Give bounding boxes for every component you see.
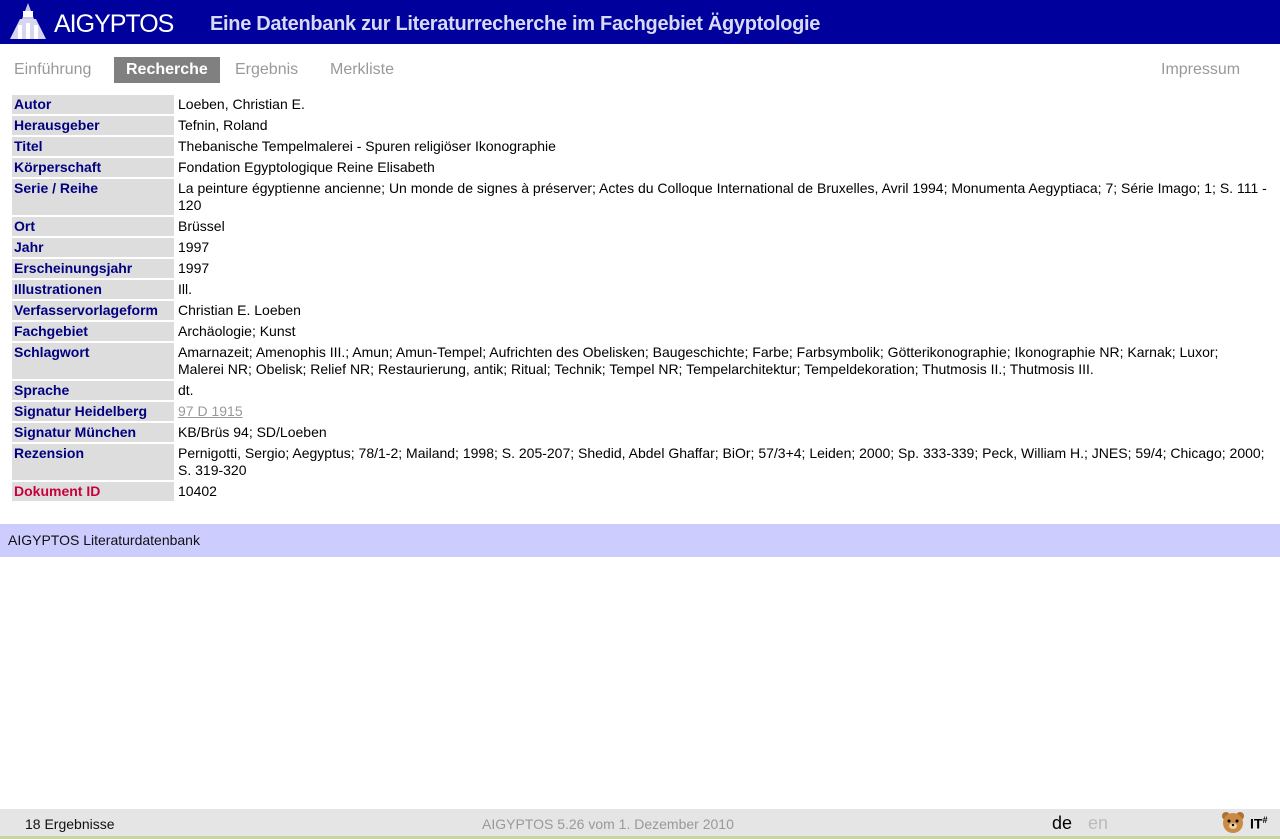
record-row-jahr: Jahr 1997: [12, 238, 1270, 257]
field-value: Ill.: [178, 281, 192, 297]
footer-band: AIGYPTOS Literaturdatenbank: [0, 524, 1280, 557]
logo-text: AIGYPTOS: [54, 10, 174, 38]
field-value: La peinture égyptienne ancienne; Un mond…: [178, 180, 1267, 213]
it-logo-sup: #: [1262, 815, 1268, 825]
field-value: Tefnin, Roland: [178, 117, 268, 133]
record-row-illustrationen: Illustrationen Ill.: [12, 280, 1270, 299]
field-label: Körperschaft: [12, 158, 174, 177]
record-row-erscheinungsjahr: Erscheinungsjahr 1997: [12, 259, 1270, 278]
record-row-signatur-muenchen: Signatur München KB/Brüs 94; SD/Loeben: [12, 423, 1270, 442]
field-label: Sprache: [12, 381, 174, 400]
version-info: AIGYPTOS 5.26 vom 1. Dezember 2010: [482, 816, 734, 832]
field-label: Erscheinungsjahr: [12, 259, 174, 278]
field-label: Verfasservorlageform: [12, 301, 174, 320]
field-value: 10402: [178, 483, 217, 499]
pyramid-tower-icon: [10, 3, 46, 39]
bear-mascot-icon: [1222, 812, 1244, 833]
it-logo[interactable]: IT#: [1250, 815, 1267, 832]
field-label: Titel: [12, 137, 174, 156]
record-row-koerperschaft: Körperschaft Fondation Egyptologique Rei…: [12, 158, 1270, 177]
nav-impressum[interactable]: Impressum: [1161, 57, 1240, 83]
field-value: 1997: [178, 239, 210, 255]
record-row-ort: Ort Brüssel: [12, 217, 1270, 236]
field-label: Rezension: [12, 444, 174, 480]
record-row-verfasservorlageform: Verfasservorlageform Christian E. Loeben: [12, 301, 1270, 320]
field-label: Illustrationen: [12, 280, 174, 299]
field-value: Pernigotti, Sergio; Aegyptus; 78/1-2; Ma…: [178, 445, 1265, 478]
record-row-titel: Titel Thebanische Tempelmalerei - Spuren…: [12, 137, 1270, 156]
field-value: Archäologie; Kunst: [178, 323, 296, 339]
record-row-fachgebiet: Fachgebiet Archäologie; Kunst: [12, 322, 1270, 341]
field-value: KB/Brüs 94; SD/Loeben: [178, 424, 327, 440]
field-value: Fondation Egyptologique Reine Elisabeth: [178, 159, 435, 175]
record-details: Autor Loeben, Christian E. Herausgeber T…: [10, 93, 1272, 503]
record-row-signatur-heidelberg: Signatur Heidelberg 97 D 1915: [12, 402, 1270, 421]
header: AIGYPTOS Eine Datenbank zur Literaturrec…: [0, 0, 1280, 44]
language-en-link[interactable]: en: [1088, 813, 1108, 834]
nav-ergebnis[interactable]: Ergebnis: [235, 57, 298, 83]
aigyptos-logo[interactable]: AIGYPTOS: [8, 0, 174, 44]
it-logo-text: IT: [1250, 815, 1263, 832]
field-label: Ort: [12, 217, 174, 236]
field-value: 97 D 1915: [176, 402, 1270, 421]
field-value: Loeben, Christian E.: [178, 96, 305, 112]
record-row-herausgeber: Herausgeber Tefnin, Roland: [12, 116, 1270, 135]
field-label: Fachgebiet: [12, 322, 174, 341]
field-label: Signatur Heidelberg: [12, 402, 174, 421]
field-value: Amarnazeit; Amenophis III.; Amun; Amun-T…: [178, 344, 1219, 377]
main-nav: Einführung Recherche Ergebnis Merkliste …: [0, 57, 1280, 83]
status-bar: 18 Ergebnisse AIGYPTOS 5.26 vom 1. Dezem…: [0, 809, 1280, 839]
field-label: Schlagwort: [12, 343, 174, 379]
record-row-schlagwort: Schlagwort Amarnazeit; Amenophis III.; A…: [12, 343, 1270, 379]
language-de-link[interactable]: de: [1052, 813, 1072, 834]
field-label: Herausgeber: [12, 116, 174, 135]
record-table: Autor Loeben, Christian E. Herausgeber T…: [10, 93, 1272, 503]
page-title: Eine Datenbank zur Literaturrecherche im…: [210, 13, 821, 35]
field-label: Serie / Reihe: [12, 179, 174, 215]
field-value: 1997: [178, 260, 210, 276]
field-label: Dokument ID: [12, 482, 174, 501]
field-label: Jahr: [12, 238, 174, 257]
record-row-autor: Autor Loeben, Christian E.: [12, 95, 1270, 114]
field-label: Signatur München: [12, 423, 174, 442]
field-value: Brüssel: [178, 218, 225, 234]
field-value: Thebanische Tempelmalerei - Spuren relig…: [178, 138, 556, 154]
record-row-dokument-id: Dokument ID 10402: [12, 482, 1270, 501]
result-count: 18 Ergebnisse: [25, 816, 115, 832]
record-row-serie: Serie / Reihe La peinture égyptienne anc…: [12, 179, 1270, 215]
record-row-rezension: Rezension Pernigotti, Sergio; Aegyptus; …: [12, 444, 1270, 480]
nav-einfuehrung[interactable]: Einführung: [14, 57, 91, 83]
nav-recherche[interactable]: Recherche: [114, 57, 220, 83]
field-value: Christian E. Loeben: [178, 302, 301, 318]
field-label: Autor: [12, 95, 174, 114]
nav-merkliste[interactable]: Merkliste: [330, 57, 394, 83]
field-value: dt.: [178, 382, 194, 398]
footer-band-text: AIGYPTOS Literaturdatenbank: [8, 532, 200, 548]
signatur-heidelberg-link[interactable]: 97 D 1915: [178, 403, 243, 419]
record-row-sprache: Sprache dt.: [12, 381, 1270, 400]
